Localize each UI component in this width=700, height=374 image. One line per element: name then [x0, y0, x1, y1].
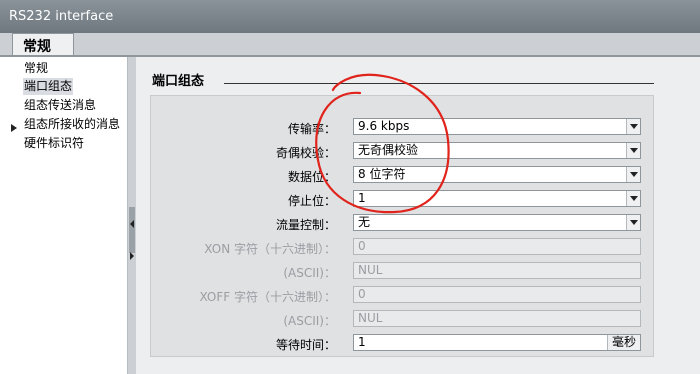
- flow-control-value: 无: [358, 215, 371, 229]
- sidebar-item-port-config[interactable]: 端口组态: [23, 78, 74, 95]
- sidebar-item-hardware-id[interactable]: 硬件标识符: [24, 135, 84, 152]
- xoff-hex-field: 0: [353, 286, 641, 303]
- chevron-down-icon[interactable]: [626, 143, 640, 158]
- panel-splitter[interactable]: [128, 57, 136, 374]
- wait-time-label: 等待时间：: [275, 338, 336, 352]
- chevron-down-icon[interactable]: [626, 119, 640, 134]
- data-bits-select[interactable]: 8 位字符: [353, 166, 641, 183]
- xon-hex-field: 0: [353, 238, 641, 255]
- sidebar-item-general[interactable]: 常规: [24, 60, 48, 77]
- section-title: 端口组态: [152, 74, 205, 89]
- parity-select[interactable]: 无奇偶校验: [353, 142, 641, 159]
- wait-time-unit: 毫秒: [606, 335, 640, 350]
- baud-rate-value: 9.6 kbps: [358, 119, 410, 133]
- data-bits-value: 8 位字符: [358, 167, 406, 181]
- expand-arrow-icon[interactable]: [11, 124, 17, 132]
- wait-time-input[interactable]: 1 毫秒: [353, 334, 641, 351]
- stop-bits-select[interactable]: 1: [353, 190, 641, 207]
- tab-general[interactable]: 常规: [12, 33, 74, 57]
- xoff-ascii-label: (ASCII)：: [283, 314, 336, 328]
- baud-rate-label: 传输率：: [287, 122, 336, 136]
- splitter-grip[interactable]: [129, 207, 135, 253]
- flow-control-select[interactable]: 无: [353, 214, 641, 231]
- stop-bits-label: 停止位：: [287, 194, 336, 208]
- tab-strip: 常规: [0, 33, 700, 57]
- collapse-left-icon[interactable]: [130, 220, 134, 228]
- xon-hex-label: XON 字符（十六进制）：: [204, 242, 336, 256]
- chevron-down-icon[interactable]: [626, 215, 640, 230]
- sidebar-item-transmit-messages[interactable]: 组态传送消息: [24, 97, 96, 114]
- chevron-down-icon[interactable]: [626, 191, 640, 206]
- stop-bits-value: 1: [358, 191, 366, 205]
- window-title: RS232 interface: [9, 9, 114, 24]
- parity-label: 奇偶校验：: [275, 146, 336, 160]
- section-divider: [224, 83, 654, 84]
- wait-time-value: 1: [358, 335, 366, 349]
- sidebar-item-receive-messages[interactable]: 组态所接收的消息: [24, 116, 120, 133]
- sidebar: 常规 端口组态 组态传送消息 组态所接收的消息 硬件标识符: [0, 57, 128, 374]
- xoff-hex-label: XOFF 字符（十六进制）：: [199, 290, 336, 304]
- flow-control-label: 流量控制：: [275, 218, 336, 232]
- expand-right-icon[interactable]: [130, 252, 134, 260]
- xon-ascii-field: NUL: [353, 262, 641, 279]
- parity-value: 无奇偶校验: [358, 143, 419, 157]
- xoff-ascii-field: NUL: [353, 310, 641, 327]
- chevron-down-icon[interactable]: [626, 167, 640, 182]
- window-titlebar: RS232 interface: [0, 0, 700, 33]
- xon-ascii-label: (ASCII)：: [283, 266, 336, 280]
- data-bits-label: 数据位：: [287, 170, 336, 184]
- baud-rate-select[interactable]: 9.6 kbps: [353, 118, 641, 135]
